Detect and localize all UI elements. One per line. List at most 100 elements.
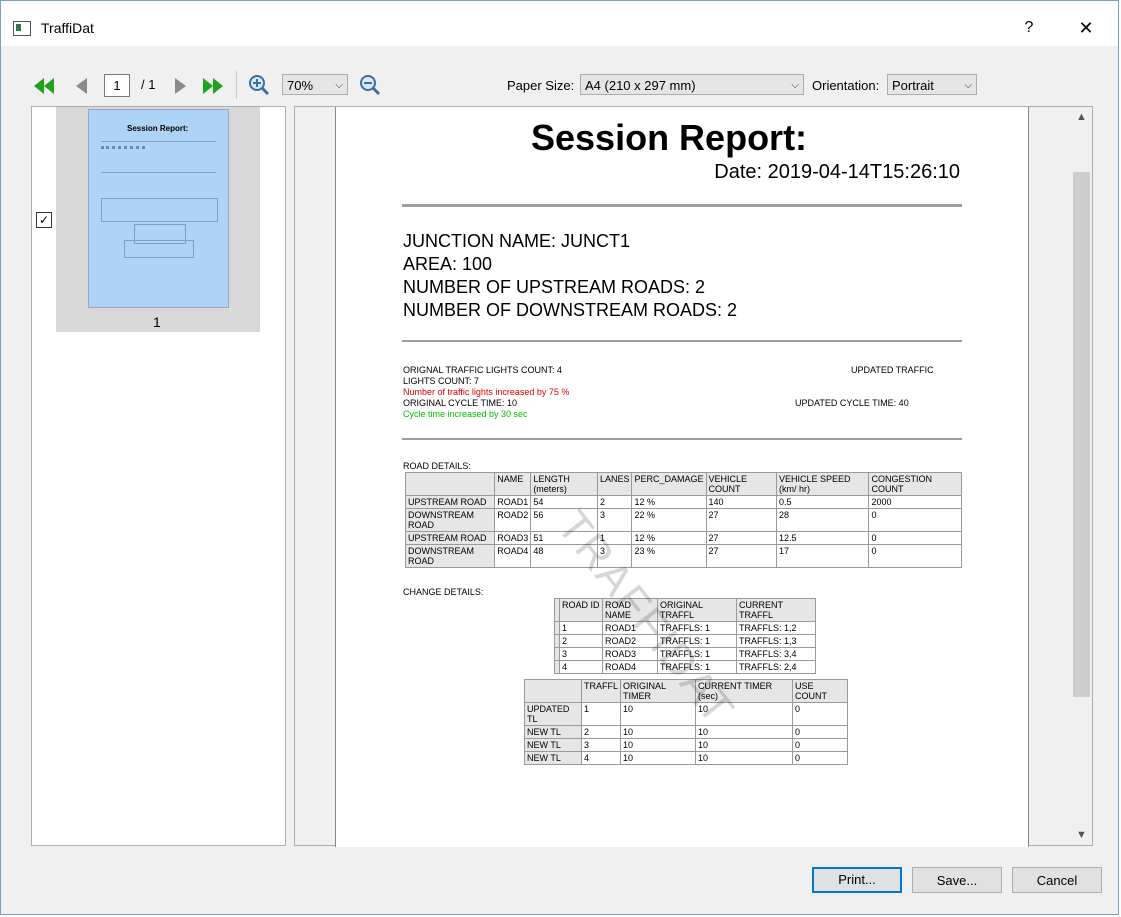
report-page: Session Report: Date: 2019-04-14T15:26:1…	[335, 107, 1029, 847]
table-cell: 0	[868, 508, 962, 532]
table-cell: ROAD1	[494, 495, 532, 509]
junction-name: JUNCTION NAME: JUNCT1	[403, 231, 631, 251]
table-cell: 27	[705, 531, 778, 545]
divider	[402, 340, 962, 342]
table-cell: 23 %	[631, 544, 707, 568]
scroll-up-icon[interactable]: ▲	[1071, 111, 1092, 123]
table-cell: 27	[705, 508, 778, 532]
lights-count: LIGHTS COUNT: 7	[403, 376, 480, 386]
cycle-increase-note: Cycle time increased by 30 sec	[403, 409, 528, 419]
report-title: Session Report:	[531, 117, 808, 158]
table-cell: 28	[775, 508, 870, 532]
table-cell: TRAFFLS: 2,4	[736, 660, 816, 674]
window-title: TraffiDat	[41, 20, 94, 36]
toolbar-separator	[236, 71, 237, 99]
table-header-row: ROAD ID ROAD NAME ORIGINAL TRAFFL CURRENT T…	[554, 598, 816, 622]
first-page-icon[interactable]	[33, 75, 55, 97]
table-cell: DOWNSTREAM ROAD	[404, 544, 496, 568]
table-cell: 2	[559, 634, 603, 648]
paper-size-select[interactable]: A4 (210 x 297 mm) ⌵	[580, 74, 804, 95]
zoom-select[interactable]: 70% ⌵	[282, 74, 348, 95]
chevron-down-icon: ⌵	[791, 80, 799, 91]
chevron-down-icon: ⌵	[964, 80, 972, 91]
page-checkbox[interactable]: ✓	[36, 212, 52, 228]
table-cell: 2000	[868, 495, 962, 509]
table-cell: 4	[580, 751, 622, 765]
table-header-cell	[524, 679, 582, 703]
chevron-down-icon: ⌵	[335, 80, 343, 91]
table-header-cell: CURRENT TRAFFL	[736, 598, 816, 622]
table-cell: 4	[559, 660, 603, 674]
table-cell: 12 %	[631, 495, 707, 509]
print-button[interactable]: Print...	[812, 867, 902, 893]
lights-increase-note: Number of traffic lights increased by 75…	[403, 387, 570, 397]
zoom-in-icon[interactable]	[248, 74, 270, 96]
table-cell: 12.5	[775, 531, 870, 545]
orientation-value: Portrait	[892, 78, 934, 93]
table-cell: NEW TL	[524, 751, 582, 765]
table-row: DOWNSTREAM ROAD ROAD4 48 3 23 % 27 17 0	[404, 544, 962, 568]
table-cell: 10	[695, 751, 794, 765]
vertical-scrollbar[interactable]: ▲ ▼	[1071, 107, 1092, 845]
table-header-cell: NAME	[494, 472, 532, 496]
scroll-down-icon[interactable]: ▼	[1071, 829, 1092, 841]
table-cell: UPSTREAM ROAD	[404, 531, 496, 545]
orientation-select[interactable]: Portrait ⌵	[887, 74, 977, 95]
report-date: Date: 2019-04-14T15:26:10	[714, 161, 960, 183]
table-cell: 0	[792, 725, 849, 739]
road-details-label: ROAD DETAILS:	[403, 461, 471, 471]
updated-traffic-label: UPDATED TRAFFIC	[851, 365, 934, 375]
table-cell: NEW TL	[524, 738, 582, 752]
table-header-cell: LENGTH (meters)	[530, 472, 598, 496]
table-cell: UPSTREAM ROAD	[404, 495, 496, 509]
table-header-cell: VEHICLE SPEED (km/ hr)	[775, 472, 870, 496]
zoom-out-icon[interactable]	[359, 74, 381, 96]
title-bar: TraffiDat ? ✕	[1, 1, 1118, 46]
table-cell: 2	[596, 495, 633, 509]
table-cell: 0	[792, 751, 849, 765]
table-cell: 0	[868, 531, 962, 545]
table-row: NEW TL 2 10 10 0	[524, 725, 849, 739]
change-details-label: CHANGE DETAILS:	[403, 587, 484, 597]
next-page-icon[interactable]	[169, 75, 191, 97]
table-cell: ROAD3	[494, 531, 532, 545]
table-cell: ROAD2	[494, 508, 532, 532]
table-header-cell: LANES	[596, 472, 633, 496]
junction-area: AREA: 100	[403, 254, 493, 274]
divider	[402, 438, 962, 440]
table-header-cell: ROAD ID	[559, 598, 603, 622]
table-cell: 27	[705, 544, 778, 568]
table-cell: 3	[559, 647, 603, 661]
app-icon	[13, 21, 31, 36]
zoom-value: 70%	[287, 78, 314, 93]
save-button[interactable]: Save...	[912, 867, 1002, 893]
table-header-cell: VEHICLE COUNT	[705, 472, 778, 496]
table-cell: TRAFFLS: 1,3	[736, 634, 816, 648]
page-thumbnail[interactable]: Session Report:	[88, 109, 229, 308]
original-lights-count: ORIGNAL TRAFFIC LIGHTS COUNT: 4	[403, 365, 563, 375]
table-cell: 0	[868, 544, 962, 568]
last-page-icon[interactable]	[202, 75, 224, 97]
table-header-cell: TRAFFL	[580, 679, 622, 703]
help-button[interactable]: ?	[1009, 13, 1049, 43]
table-cell: 10	[620, 725, 697, 739]
table-cell: 1	[580, 702, 622, 726]
table-row: DOWNSTREAM ROAD ROAD2 56 3 22 % 27 28 0	[404, 508, 962, 532]
table-header-row: NAME LENGTH (meters) LANES PERC_DAMAGE VEHIC…	[404, 472, 962, 496]
table-row: UPSTREAM ROAD ROAD1 54 2 12 % 140 0.5 2000	[404, 495, 962, 509]
road-details-table: NAME LENGTH (meters) LANES PERC_DAMAGE VEHIC…	[404, 472, 962, 568]
previous-page-icon[interactable]	[71, 75, 93, 97]
table-cell: 22 %	[631, 508, 707, 532]
close-button[interactable]: ✕	[1066, 13, 1106, 43]
table-cell: UPDATED TL	[524, 702, 582, 726]
scrollbar-thumb[interactable]	[1073, 172, 1090, 697]
cancel-button[interactable]: Cancel	[1012, 867, 1102, 893]
table-cell: 10	[620, 751, 697, 765]
table-cell: 0	[792, 702, 849, 726]
thumbnail-page-number: 1	[153, 314, 161, 330]
page-number-input[interactable]: 1	[104, 74, 130, 97]
table-cell: 0	[792, 738, 849, 752]
table-cell: 10	[695, 738, 794, 752]
table-cell: DOWNSTREAM ROAD	[404, 508, 496, 532]
orientation-label: Orientation:	[812, 78, 880, 93]
